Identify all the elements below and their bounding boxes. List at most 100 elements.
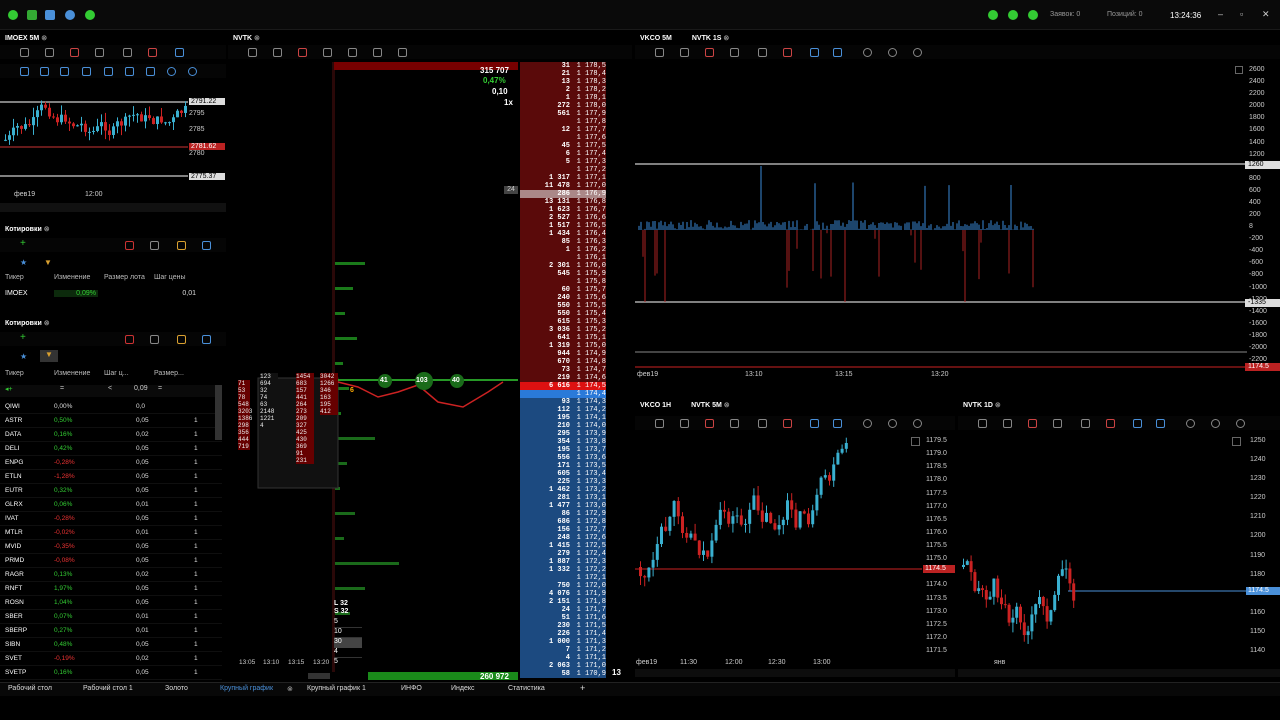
tab-large-chart[interactable]: Крупный график [220, 685, 273, 692]
tab-nvtk-5m[interactable]: NVTK 5M [691, 402, 722, 409]
quote-row[interactable]: ASTR 0,50% 0,05 1 [0, 414, 222, 428]
quote-row[interactable]: SBER 0,07% 0,01 1 [0, 610, 222, 624]
ask-row[interactable]: 641 1 175,1 [520, 334, 606, 342]
clock-icon[interactable] [705, 48, 714, 57]
quote-row[interactable]: IMOEX 0,09% 0,01 [0, 290, 226, 302]
bid-row[interactable]: 86 1 172,9 [520, 510, 606, 518]
expand-icon[interactable] [758, 419, 767, 428]
ask-row[interactable]: 561 1 177,9 [520, 110, 606, 118]
help-icon[interactable] [85, 10, 95, 20]
close-icon[interactable]: ✕ [1262, 9, 1270, 20]
cursor-icon[interactable] [20, 48, 29, 57]
ask-row[interactable]: 2 527 1 176,6 [520, 214, 606, 222]
ask-row[interactable]: 615 1 175,3 [520, 318, 606, 326]
pen-icon[interactable] [810, 419, 819, 428]
camera-icon[interactable] [1003, 419, 1012, 428]
bid-row[interactable]: 295 1 173,9 [520, 430, 606, 438]
quote-row[interactable]: SBERP 0,27% 0,01 1 [0, 624, 222, 638]
bid-row[interactable]: 230 1 171,5 [520, 622, 606, 630]
bid-row[interactable]: 41 171,1 [520, 654, 606, 662]
search-icon[interactable] [913, 48, 922, 57]
ask-row[interactable]: 545 1 175,9 [520, 270, 606, 278]
bid-row[interactable]: 226 1 171,4 [520, 630, 606, 638]
tab-vkco-1h[interactable]: VKCO 1H [640, 402, 671, 409]
bid-row[interactable]: 556 1 173,6 [520, 454, 606, 462]
nvtk-tab[interactable]: NVTK ⊗ [228, 30, 632, 44]
indicator-icon[interactable] [1106, 419, 1115, 428]
window-icon[interactable] [150, 241, 159, 250]
quote-row[interactable]: GLRX 0,06% 0,01 1 [0, 498, 222, 512]
ask-row[interactable]: 1 434 1 176,4 [520, 230, 606, 238]
bid-row[interactable]: 195 1 174,1 [520, 414, 606, 422]
ask-row[interactable]: 45 1 177,5 [520, 142, 606, 150]
window-icon[interactable] [150, 335, 159, 344]
copy-icon[interactable] [730, 48, 739, 57]
ask-row[interactable]: 85 1 176,3 [520, 238, 606, 246]
bell-icon[interactable] [177, 335, 186, 344]
maximize-icon[interactable]: ▫ [1240, 9, 1243, 19]
tab-large-chart-1[interactable]: Крупный график 1 [307, 685, 366, 692]
ask-row[interactable]: 1 623 1 176,7 [520, 206, 606, 214]
arrow-icon[interactable] [82, 67, 91, 76]
ask-row[interactable]: 1 177,6 [520, 134, 606, 142]
line-icon[interactable] [20, 67, 29, 76]
minimize-icon[interactable]: – [1218, 9, 1223, 19]
add-icon[interactable] [8, 10, 18, 20]
bid-row[interactable]: 2 151 1 171,8 [520, 598, 606, 606]
tab-info[interactable]: ИНФО [401, 685, 422, 692]
expand-icon[interactable] [1081, 419, 1090, 428]
filter-icon[interactable]: ◂+ [5, 385, 13, 393]
ask-row[interactable]: 240 1 175,6 [520, 294, 606, 302]
bid-row[interactable]: 195 1 173,7 [520, 446, 606, 454]
zoom-out-icon[interactable] [888, 419, 897, 428]
bid-row[interactable]: 686 1 172,8 [520, 518, 606, 526]
star-icon[interactable]: ★ [20, 352, 27, 361]
quote-row[interactable]: SVET -0,19% 0,02 1 [0, 652, 222, 666]
ask-row[interactable]: 31 1 178,5 [520, 62, 606, 70]
imoex-tab[interactable]: IMOEX 5M ⊗ [0, 30, 226, 44]
list-icon[interactable] [373, 48, 382, 57]
pen-icon[interactable] [175, 48, 184, 57]
add-tab-button[interactable]: + [580, 683, 585, 693]
ask-row[interactable]: 1 176,1 [520, 254, 606, 262]
ask-row[interactable]: 944 1 174,9 [520, 350, 606, 358]
bid-row[interactable]: 51 1 171,6 [520, 614, 606, 622]
zoom-out-icon[interactable] [888, 48, 897, 57]
bid-row[interactable]: 58 1 170,9 [520, 670, 606, 678]
ask-row[interactable]: 12 1 177,7 [520, 126, 606, 134]
circle-icon[interactable] [167, 67, 176, 76]
bid-row[interactable]: 24 1 171,7 [520, 606, 606, 614]
clock-icon[interactable] [1028, 419, 1037, 428]
ask-row[interactable]: 6 616 1 174,5 [520, 382, 606, 390]
cursor-icon[interactable] [655, 419, 664, 428]
copy-icon[interactable] [398, 48, 407, 57]
eraser-icon[interactable] [125, 241, 134, 250]
tab-desktop[interactable]: Рабочий стол [8, 685, 52, 692]
ask-row[interactable]: 11 178,1 [520, 94, 606, 102]
add-icon[interactable]: + [20, 238, 26, 249]
filter-icon[interactable]: ▼ [44, 258, 52, 267]
ask-row[interactable]: 21 178,2 [520, 86, 606, 94]
pen-icon[interactable] [1133, 419, 1142, 428]
ask-row[interactable]: 219 1 174,6 [520, 374, 606, 382]
tab-desktop-1[interactable]: Рабочий стол 1 [83, 685, 133, 692]
camera-icon[interactable] [680, 419, 689, 428]
ask-row[interactable]: 11 478 1 177,0 [520, 182, 606, 190]
bar-chart-icon[interactable] [833, 419, 842, 428]
bid-row[interactable]: 354 1 173,8 [520, 438, 606, 446]
channel-icon[interactable] [146, 67, 155, 76]
camera-icon[interactable] [45, 48, 54, 57]
bid-row[interactable]: 1 172,1 [520, 574, 606, 582]
copy-icon[interactable] [730, 419, 739, 428]
bid-row[interactable]: 171 1 173,5 [520, 462, 606, 470]
cursor-icon[interactable] [655, 48, 664, 57]
tab-gold[interactable]: Золото [165, 685, 188, 692]
ask-row[interactable]: 3 036 1 175,2 [520, 326, 606, 334]
tab-nvtk-1s[interactable]: NVTK 1S [692, 35, 722, 42]
ask-row[interactable]: 670 1 174,8 [520, 358, 606, 366]
tab-nvtk-1d[interactable]: NVTK 1D ⊗ [958, 397, 1280, 411]
ask-row[interactable]: 60 1 175,7 [520, 286, 606, 294]
bid-row[interactable]: 605 1 173,4 [520, 470, 606, 478]
ellipse-icon[interactable] [188, 67, 197, 76]
scrollbar[interactable] [0, 203, 226, 212]
